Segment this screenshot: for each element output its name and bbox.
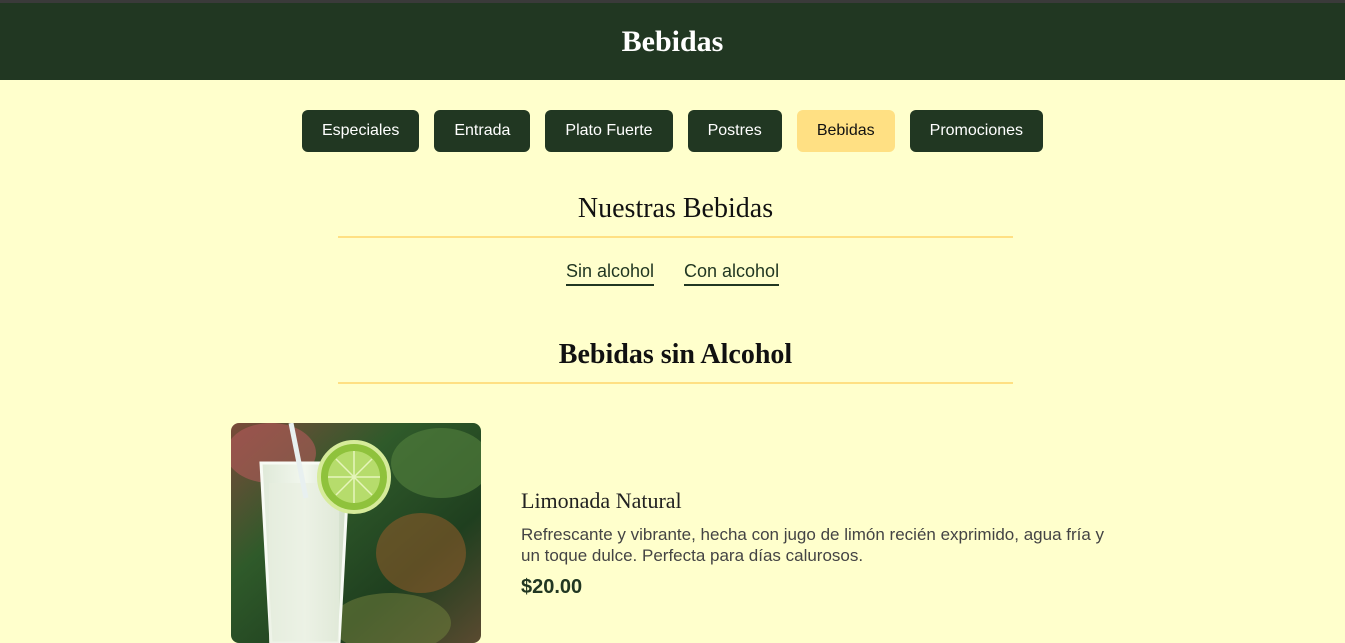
limonada-image — [231, 423, 481, 643]
item-info: Limonada Natural Refrescante y vibrante,… — [521, 488, 1121, 599]
item-price: $20.00 — [521, 576, 583, 598]
nav-bebidas-button[interactable]: Bebidas — [796, 110, 895, 152]
section-title: Nuestras Bebidas — [338, 192, 1013, 238]
page-title: Bebidas — [621, 24, 724, 58]
nav-entrada-button[interactable]: Entrada — [434, 110, 531, 152]
category-title: Bebidas sin Alcohol — [338, 338, 1013, 384]
sin-alcohol-link[interactable]: Sin alcohol — [565, 261, 654, 286]
item-description: Refrescante y vibrante, hecha con jugo d… — [521, 525, 1105, 565]
item-name: Limonada Natural — [521, 488, 682, 513]
nav-plato-fuerte-button[interactable]: Plato Fuerte — [545, 110, 673, 152]
con-alcohol-link[interactable]: Con alcohol — [684, 261, 780, 286]
nav-especiales-button[interactable]: Especiales — [301, 110, 420, 152]
main-nav: Especiales Entrada Plato Fuerte Postres … — [0, 110, 1345, 152]
nav-postres-button[interactable]: Postres — [687, 110, 782, 152]
drink-type-subnav: Sin alcohol Con alcohol — [0, 261, 1345, 286]
nav-promociones-button[interactable]: Promociones — [909, 110, 1044, 152]
page-header: Bebidas — [0, 3, 1345, 80]
